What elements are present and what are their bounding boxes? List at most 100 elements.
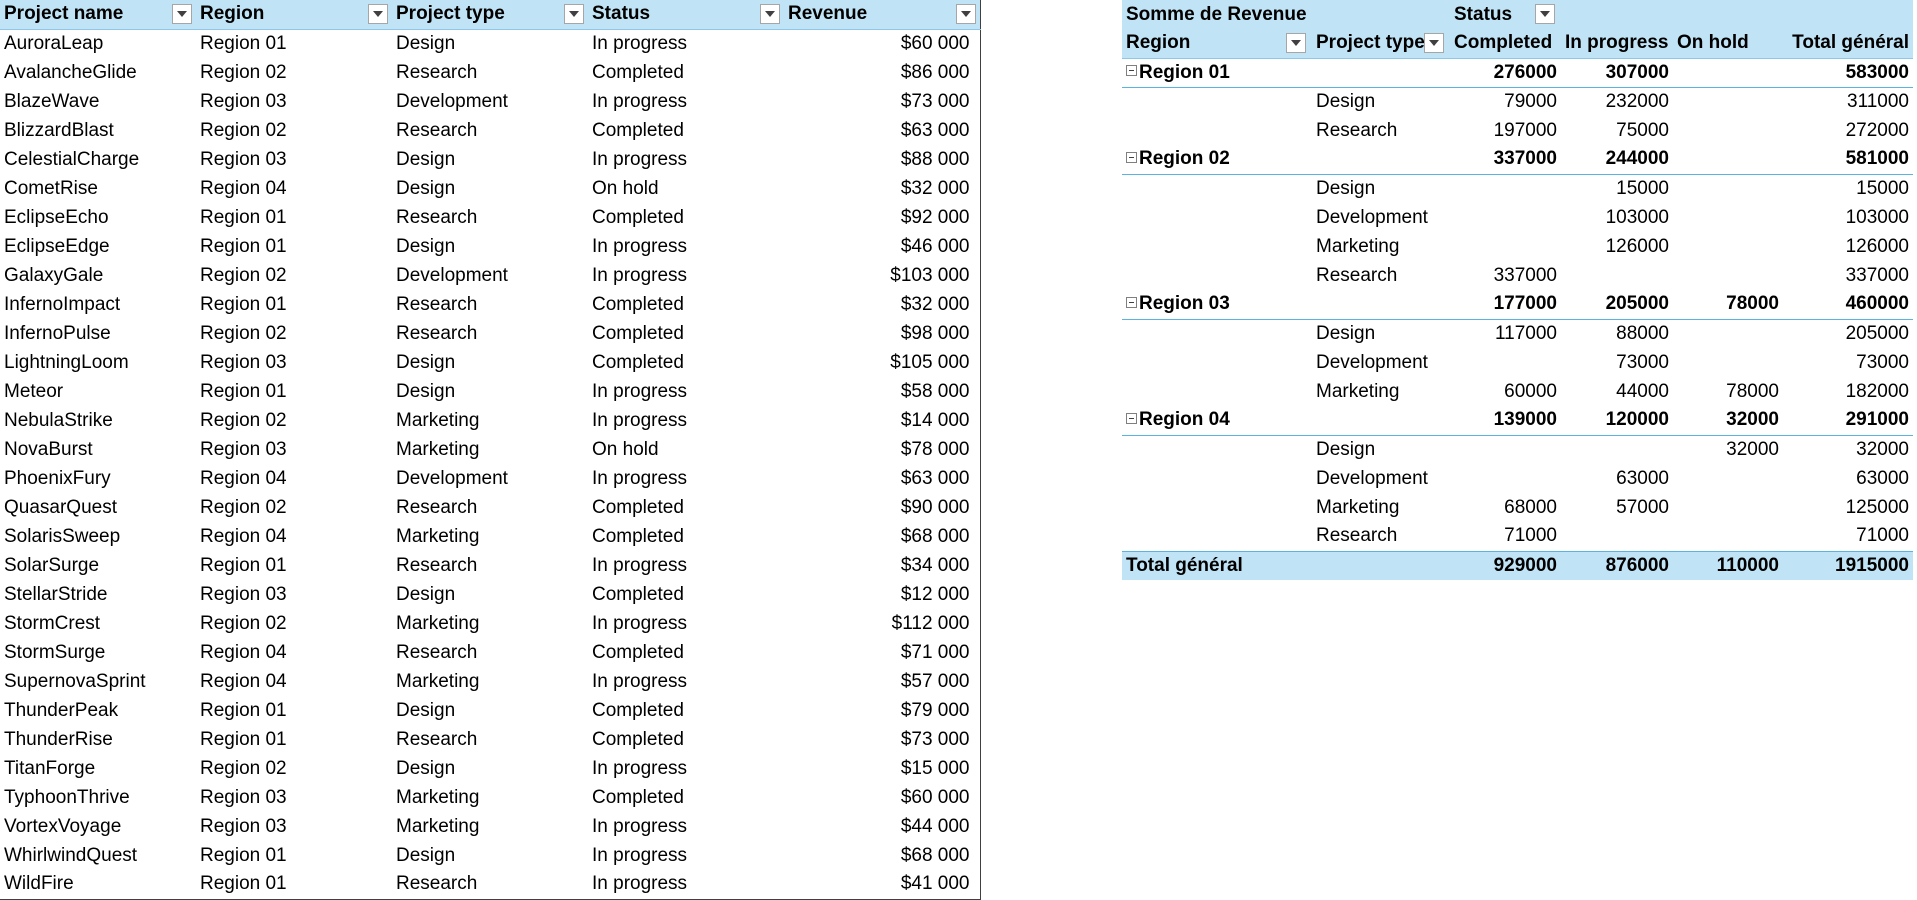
cell-project-name[interactable]: CelestialCharge [0, 145, 196, 174]
cell-project-type[interactable]: Research [392, 58, 588, 87]
cell-status[interactable]: Completed [588, 319, 784, 348]
pivot-value-cell[interactable]: 311000 [1783, 87, 1913, 116]
cell-region[interactable]: Region 02 [196, 319, 392, 348]
cell-revenue[interactable]: $12 000 [784, 580, 980, 609]
pivot-value-cell[interactable]: 32000 [1673, 435, 1783, 464]
cell-status[interactable]: In progress [588, 609, 784, 638]
cell-revenue[interactable]: $44 000 [784, 812, 980, 841]
cell-project-type[interactable]: Research [392, 116, 588, 145]
cell-region[interactable]: Region 04 [196, 464, 392, 493]
pivot-region-total-cell[interactable]: 205000 [1561, 290, 1673, 320]
cell-revenue[interactable]: $68 000 [784, 522, 980, 551]
cell-project-type[interactable]: Design [392, 754, 588, 783]
cell-revenue[interactable]: $79 000 [784, 696, 980, 725]
cell-project-name[interactable]: NebulaStrike [0, 406, 196, 435]
pivot-value-cell[interactable]: 337000 [1450, 261, 1561, 290]
cell-region[interactable]: Region 03 [196, 783, 392, 812]
pivot-project-type-cell[interactable]: Research [1312, 522, 1450, 551]
pivot-region-cell[interactable]: Region 01 [1122, 58, 1312, 88]
pivot-grand-total-cell[interactable]: 929000 [1450, 550, 1561, 580]
cell-revenue[interactable]: $112 000 [784, 609, 980, 638]
pivot-value-cell[interactable]: 15000 [1783, 174, 1913, 203]
cell-project-type[interactable]: Research [392, 493, 588, 522]
column-header-status[interactable]: Status [588, 0, 784, 30]
cell-status[interactable]: On hold [588, 174, 784, 203]
cell-project-type[interactable]: Design [392, 696, 588, 725]
cell-status[interactable]: Completed [588, 638, 784, 667]
cell-project-name[interactable]: GalaxyGale [0, 261, 196, 290]
cell-project-name[interactable]: InfernoPulse [0, 319, 196, 348]
pivot-value-cell[interactable]: 88000 [1561, 319, 1673, 348]
cell-status[interactable]: In progress [588, 754, 784, 783]
pivot-value-cell[interactable] [1450, 203, 1561, 232]
pivot-project-type-cell[interactable]: Design [1312, 174, 1450, 203]
pivot-value-cell[interactable]: 44000 [1561, 377, 1673, 406]
pivot-region-cell[interactable]: Region 03 [1122, 290, 1312, 320]
cell-project-name[interactable]: ThunderPeak [0, 696, 196, 725]
pivot-value-cell[interactable] [1450, 232, 1561, 261]
cell-project-type[interactable]: Marketing [392, 435, 588, 464]
cell-revenue[interactable]: $15 000 [784, 754, 980, 783]
cell-region[interactable]: Region 01 [196, 29, 392, 58]
cell-status[interactable]: In progress [588, 464, 784, 493]
cell-project-type[interactable]: Design [392, 348, 588, 377]
cell-region[interactable]: Region 02 [196, 493, 392, 522]
pivot-value-cell[interactable]: 57000 [1561, 493, 1673, 522]
pivot-value-cell[interactable]: 125000 [1783, 493, 1913, 522]
cell-region[interactable]: Region 02 [196, 58, 392, 87]
cell-revenue[interactable]: $32 000 [784, 290, 980, 319]
pivot-region-total-cell[interactable]: 276000 [1450, 58, 1561, 88]
cell-region[interactable]: Region 04 [196, 638, 392, 667]
cell-project-type[interactable]: Research [392, 319, 588, 348]
filter-dropdown-button[interactable] [955, 4, 976, 24]
pivot-project-type-cell[interactable]: Design [1312, 435, 1450, 464]
cell-revenue[interactable]: $73 000 [784, 87, 980, 116]
cell-project-name[interactable]: BlazeWave [0, 87, 196, 116]
cell-region[interactable]: Region 02 [196, 406, 392, 435]
cell-region[interactable]: Region 03 [196, 435, 392, 464]
cell-region[interactable]: Region 03 [196, 348, 392, 377]
cell-region[interactable]: Region 01 [196, 841, 392, 870]
cell-project-type[interactable]: Development [392, 261, 588, 290]
cell-revenue[interactable]: $57 000 [784, 667, 980, 696]
cell-status[interactable]: Completed [588, 493, 784, 522]
pivot-region-total-cell[interactable] [1673, 145, 1783, 175]
pivot-region-cell[interactable]: Region 02 [1122, 145, 1312, 175]
cell-project-name[interactable]: VortexVoyage [0, 812, 196, 841]
pivot-value-cell[interactable]: 205000 [1783, 319, 1913, 348]
pivot-value-cell[interactable] [1673, 87, 1783, 116]
cell-region[interactable]: Region 01 [196, 725, 392, 754]
cell-region[interactable]: Region 01 [196, 203, 392, 232]
cell-project-name[interactable]: StormSurge [0, 638, 196, 667]
pivot-value-cell[interactable]: 63000 [1783, 464, 1913, 493]
pivot-region-cell[interactable]: Region 04 [1122, 406, 1312, 436]
pivot-value-cell[interactable]: 73000 [1561, 348, 1673, 377]
cell-region[interactable]: Region 02 [196, 754, 392, 783]
cell-status[interactable]: In progress [588, 841, 784, 870]
pivot-project-type-cell[interactable]: Design [1312, 319, 1450, 348]
cell-revenue[interactable]: $71 000 [784, 638, 980, 667]
cell-project-type[interactable]: Marketing [392, 406, 588, 435]
cell-project-type[interactable]: Research [392, 203, 588, 232]
cell-project-name[interactable]: Meteor [0, 377, 196, 406]
cell-status[interactable]: Completed [588, 783, 784, 812]
pivot-region-total-cell[interactable]: 583000 [1783, 58, 1913, 88]
cell-status[interactable]: Completed [588, 580, 784, 609]
pivot-value-cell[interactable] [1450, 435, 1561, 464]
filter-dropdown-button[interactable] [1286, 33, 1306, 53]
pivot-project-type-cell[interactable]: Development [1312, 348, 1450, 377]
pivot-value-cell[interactable]: 126000 [1783, 232, 1913, 261]
pivot-region-total-cell[interactable]: 460000 [1783, 290, 1913, 320]
pivot-value-cell[interactable]: 126000 [1561, 232, 1673, 261]
cell-status[interactable]: Completed [588, 522, 784, 551]
collapse-icon[interactable] [1126, 65, 1137, 77]
cell-status[interactable]: Completed [588, 348, 784, 377]
cell-region[interactable]: Region 03 [196, 87, 392, 116]
pivot-project-type-cell[interactable]: Research [1312, 116, 1450, 145]
cell-project-name[interactable]: WildFire [0, 870, 196, 899]
cell-status[interactable]: In progress [588, 406, 784, 435]
pivot-value-cell[interactable]: 79000 [1450, 87, 1561, 116]
collapse-icon[interactable] [1126, 413, 1137, 425]
cell-revenue[interactable]: $14 000 [784, 406, 980, 435]
cell-project-name[interactable]: StellarStride [0, 580, 196, 609]
